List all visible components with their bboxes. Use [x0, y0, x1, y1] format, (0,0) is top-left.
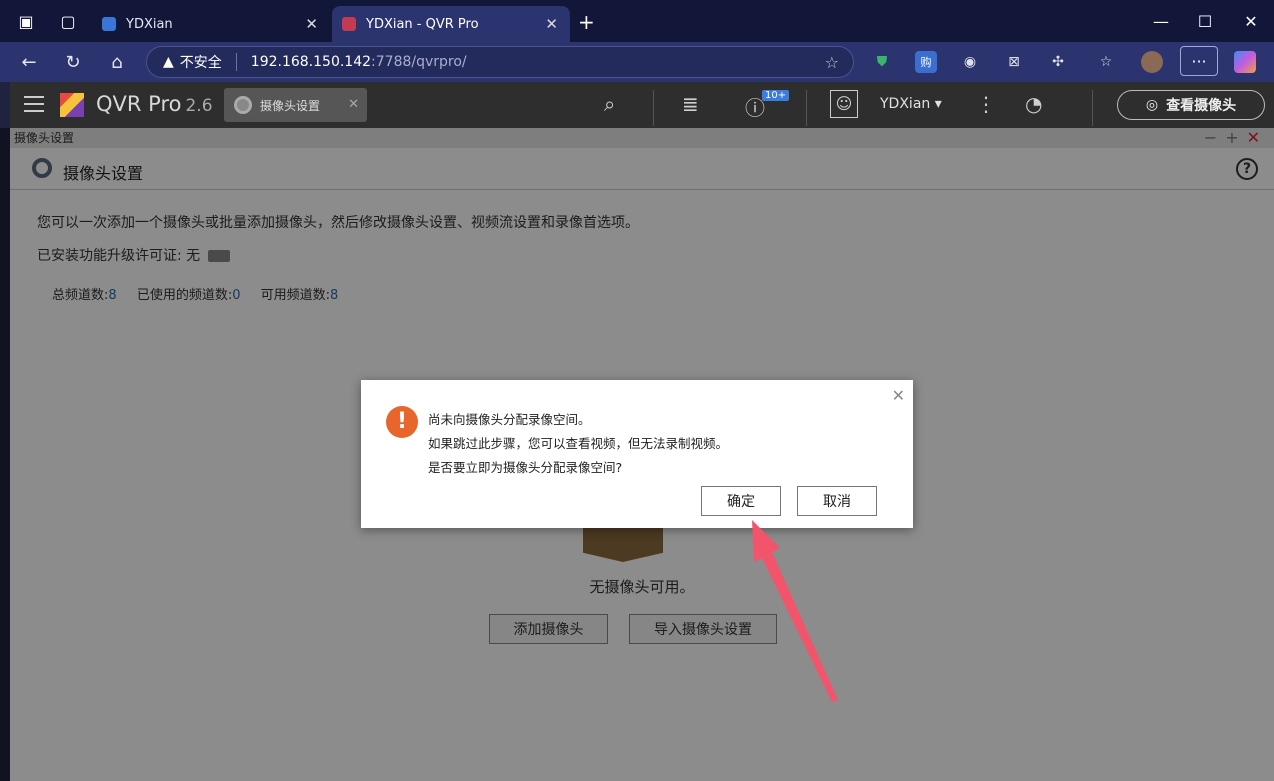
- event-log-icon[interactable]: ≣: [682, 92, 699, 116]
- dashboard-gauge-icon[interactable]: ◔: [1025, 92, 1042, 116]
- view-cameras-label: 查看摄像头: [1166, 98, 1237, 114]
- browser-tab-strip: ▣ ▢ YDXian ✕ YDXian - QVR Pro ✕ + — ☐ ✕: [0, 0, 1274, 42]
- browser-tab-qvr-pro[interactable]: YDXian - QVR Pro ✕: [332, 6, 570, 42]
- browser-tab-title: YDXian: [126, 16, 173, 32]
- confirm-dialog: ✕ ! 尚未向摄像头分配录像空间。 如果跳过此步骤，您可以查看视频，但无法录制视…: [361, 380, 913, 528]
- workspaces-icon[interactable]: ▣: [6, 0, 46, 42]
- dialog-message-line: 尚未向摄像头分配录像空间。: [428, 412, 591, 427]
- close-tab-icon[interactable]: ✕: [305, 15, 318, 33]
- app-tab-camera-settings[interactable]: 摄像头设置 ✕: [224, 88, 367, 122]
- refresh-icon[interactable]: ↻: [60, 50, 86, 74]
- copilot-icon[interactable]: [1234, 51, 1256, 73]
- browser-tab-title: YDXian - QVR Pro: [366, 16, 479, 32]
- shopping-extension-icon[interactable]: 购: [915, 51, 937, 73]
- view-cameras-button[interactable]: ◎ 查看摄像头: [1117, 90, 1265, 120]
- extensions-puzzle-icon[interactable]: ✣: [1047, 51, 1069, 73]
- warning-icon: !: [386, 406, 418, 438]
- maximize-icon[interactable]: ☐: [1182, 0, 1228, 42]
- app-tab-label: 摄像头设置: [260, 98, 321, 113]
- user-icon[interactable]: ☺: [830, 90, 858, 118]
- close-tab-icon[interactable]: ✕: [545, 15, 558, 33]
- cancel-button[interactable]: 取消: [797, 486, 877, 516]
- new-tab-icon[interactable]: +: [578, 10, 595, 34]
- camera-settings-icon: [234, 96, 252, 114]
- home-icon[interactable]: ⌂: [104, 50, 130, 74]
- user-name: YDXian: [880, 96, 931, 112]
- address-bar[interactable]: ▲ 不安全 192.168.150.142:7788/qvrpro/ ☆: [146, 46, 854, 78]
- back-icon[interactable]: ←: [16, 50, 42, 74]
- browser-toolbar: ← ↻ ⌂ ▲ 不安全 192.168.150.142:7788/qvrpro/…: [0, 42, 1274, 82]
- search-icon[interactable]: ⌕: [604, 92, 615, 116]
- close-window-icon[interactable]: ✕: [1228, 0, 1274, 42]
- brand-version: 2.6: [185, 96, 213, 116]
- extension-icon[interactable]: ⊠: [1003, 51, 1025, 73]
- minimize-icon[interactable]: —: [1138, 0, 1184, 42]
- browser-menu-button[interactable]: ···: [1180, 46, 1218, 76]
- confirm-button[interactable]: 确定: [701, 486, 781, 516]
- profile-avatar[interactable]: [1141, 51, 1163, 73]
- close-app-tab-icon[interactable]: ✕: [348, 97, 359, 112]
- warning-icon: ▲: [163, 54, 174, 70]
- more-options-icon[interactable]: ⋮: [976, 92, 996, 116]
- user-menu[interactable]: YDXian ▾: [880, 96, 942, 112]
- qvr-favicon-icon: [342, 17, 356, 31]
- security-label[interactable]: 不安全: [180, 52, 222, 72]
- address-divider: [235, 53, 237, 71]
- qvr-logo: [60, 93, 84, 117]
- extension-icon[interactable]: ◉: [959, 51, 981, 73]
- notification-badge: 10+: [762, 90, 790, 101]
- header-divider: [806, 90, 807, 126]
- shield-extension-icon[interactable]: ⛊: [871, 51, 893, 73]
- app-header: QVR Pro 2.6 摄像头设置 ✕ ⌕ ≣ ⓘ 10+ ☺ YDXian ▾ …: [10, 82, 1274, 128]
- tab-actions-icon[interactable]: ▢: [46, 0, 90, 42]
- camera-icon: ◎: [1145, 97, 1159, 113]
- app-brand: QVR Pro 2.6: [96, 92, 213, 116]
- url-path: :7788/qvrpro/: [371, 54, 467, 70]
- dialog-message-line: 如果跳过此步骤，您可以查看视频，但无法录制视频。: [428, 436, 729, 451]
- header-divider: [653, 90, 654, 126]
- brand-name: QVR Pro: [96, 92, 182, 116]
- qnap-favicon-icon: [102, 17, 116, 31]
- url-host: 192.168.150.142: [250, 54, 372, 70]
- browser-tab-ydxian[interactable]: YDXian ✕: [92, 6, 330, 42]
- favorites-icon[interactable]: ☆: [1095, 51, 1117, 73]
- dialog-message-line: 是否要立即为摄像头分配录像空间?: [428, 460, 623, 475]
- menu-icon[interactable]: [24, 96, 44, 112]
- favorite-star-icon[interactable]: ☆: [825, 53, 839, 72]
- header-divider: [1092, 90, 1093, 126]
- dialog-close-icon[interactable]: ✕: [892, 386, 905, 405]
